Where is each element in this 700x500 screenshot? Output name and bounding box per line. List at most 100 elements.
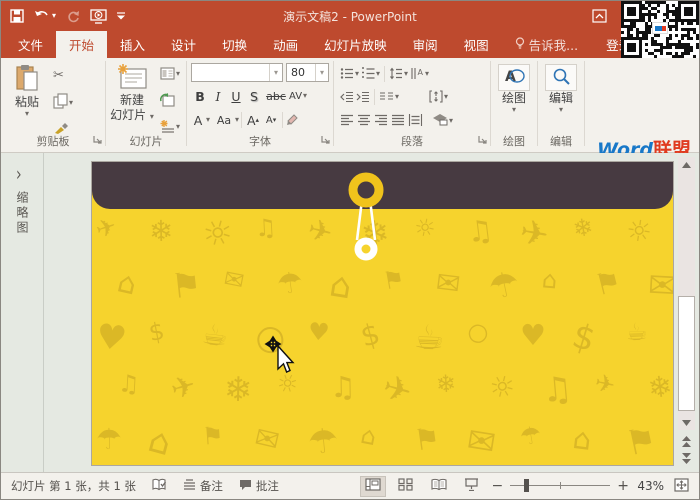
- fit-slide-to-window-icon: [673, 477, 689, 495]
- undo-dropdown-icon: ▾: [52, 11, 57, 20]
- save-button[interactable]: [10, 9, 24, 23]
- tab-design[interactable]: 设计: [158, 31, 209, 58]
- line-spacing-button[interactable]: ▾: [389, 65, 408, 83]
- clear-formatting-icon: [285, 111, 299, 130]
- lightbulb-icon: [515, 36, 525, 53]
- ribbon-tab-bar: 文件 开始 插入 设计 切换 动画 幻灯片放映 审阅 视图 告诉我... 登录: [1, 31, 699, 58]
- workspace: › 缩略图 ✈❄☼♫✈❄☼♫✈❄☼♫⌂⚑✉☂⌂⚑✉☂⌂⚑✉☂♥$☕○♥$☕○♥$…: [1, 153, 699, 474]
- align-left-button[interactable]: [340, 111, 354, 130]
- slide-number-indicator[interactable]: 幻灯片 第 1 张，共 1 张: [11, 478, 136, 494]
- redo-button[interactable]: [66, 10, 80, 23]
- tab-transitions[interactable]: 切换: [209, 31, 260, 58]
- font-name-dropdown-icon: ▾: [269, 64, 282, 81]
- slide-layout-button[interactable]: ▾: [160, 65, 180, 83]
- numbering-button[interactable]: ▾: [361, 65, 380, 83]
- drawing-group-label: 绘图: [503, 135, 525, 148]
- change-case-dropdown-icon: ▾: [235, 115, 240, 124]
- tab-view[interactable]: 视图: [451, 31, 502, 58]
- start-from-beginning-button[interactable]: [90, 8, 107, 24]
- decrease-indent-button[interactable]: [340, 88, 354, 106]
- tab-file[interactable]: 文件: [5, 31, 56, 58]
- tab-review[interactable]: 审阅: [400, 31, 451, 58]
- paragraph-dialog-launcher[interactable]: [478, 129, 487, 148]
- spell-check-button[interactable]: [152, 478, 167, 495]
- scroll-down-button[interactable]: [678, 415, 695, 430]
- convert-to-smartart-icon: [432, 111, 448, 130]
- qr-center-logo: [652, 22, 668, 34]
- font-name-combo[interactable]: ▾: [191, 63, 283, 82]
- align-center-button[interactable]: [357, 111, 371, 130]
- scroll-up-button[interactable]: [678, 157, 695, 172]
- font-color-button[interactable]: A ▾: [191, 111, 210, 129]
- slide-sorter-view-button[interactable]: [393, 476, 419, 497]
- character-spacing-button[interactable]: AV ▾: [289, 87, 307, 105]
- text-shadow-button[interactable]: S: [245, 87, 263, 105]
- increase-indent-button[interactable]: [356, 88, 370, 106]
- italic-button[interactable]: I: [209, 87, 227, 105]
- decrease-indent-icon: [340, 88, 354, 107]
- align-text-button[interactable]: ▾: [429, 88, 448, 106]
- previous-slide-button[interactable]: [678, 434, 695, 449]
- zoom-slider-thumb[interactable]: [524, 479, 530, 492]
- customize-qat-button[interactable]: [117, 12, 126, 20]
- drawing-dropdown-icon: ▾: [511, 105, 516, 114]
- text-direction-button[interactable]: A ▾: [410, 65, 429, 83]
- svg-text:A: A: [418, 68, 424, 77]
- tab-slideshow[interactable]: 幻灯片放映: [311, 31, 400, 58]
- bold-button[interactable]: B: [191, 87, 209, 105]
- drawing-button[interactable]: A 绘图 ▾: [494, 64, 534, 114]
- notes-button[interactable]: 备注: [183, 478, 223, 494]
- fit-to-window-button[interactable]: [671, 476, 691, 497]
- normal-view-button[interactable]: [359, 475, 386, 497]
- align-right-button[interactable]: [374, 111, 388, 130]
- zoom-percentage[interactable]: 43%: [636, 479, 664, 493]
- copy-button[interactable]: ▾: [53, 93, 74, 112]
- font-color-icon: A: [193, 112, 203, 128]
- distribute-button[interactable]: [408, 111, 423, 130]
- scrollbar-track[interactable]: [678, 172, 695, 415]
- copy-dropdown-icon: ▾: [69, 98, 74, 107]
- grow-font-button[interactable]: A ▴: [244, 111, 262, 129]
- paste-icon: [15, 65, 39, 95]
- justify-button[interactable]: [391, 111, 405, 130]
- shrink-font-button[interactable]: A ▾: [262, 111, 280, 129]
- undo-button[interactable]: ▾: [34, 10, 56, 22]
- new-slide-button[interactable]: 新建 幻灯片 ▾: [108, 64, 156, 123]
- tab-home[interactable]: 开始: [56, 31, 108, 58]
- tab-insert[interactable]: 插入: [107, 31, 158, 58]
- strikethrough-button[interactable]: abc: [263, 87, 289, 105]
- expand-pane-chevron-icon[interactable]: ›: [16, 164, 22, 186]
- tab-animations[interactable]: 动画: [260, 31, 311, 58]
- envelope-string-clasp: [326, 168, 406, 276]
- slide-show-button[interactable]: [459, 476, 485, 497]
- slide-layout-icon: [160, 65, 175, 84]
- slide-canvas[interactable]: ✈❄☼♫✈❄☼♫✈❄☼♫⌂⚑✉☂⌂⚑✉☂⌂⚑✉☂♥$☕○♥$☕○♥$☕○♫✈❄☼…: [91, 161, 674, 466]
- customize-qat-icon: [117, 12, 126, 20]
- zoom-in-button[interactable]: +: [617, 479, 629, 493]
- comments-button[interactable]: 批注: [239, 478, 279, 494]
- convert-to-smartart-button[interactable]: ▾: [432, 112, 453, 130]
- zoom-slider[interactable]: [510, 479, 611, 493]
- scrollbar-thumb[interactable]: [678, 296, 695, 411]
- font-size-combo[interactable]: 80 ▾: [286, 63, 329, 82]
- change-case-button[interactable]: Aa ▾: [214, 111, 239, 129]
- bullets-button[interactable]: ▾: [340, 65, 359, 83]
- zoom-out-button[interactable]: −: [492, 479, 504, 493]
- reset-slide-button[interactable]: [160, 92, 175, 110]
- editing-button[interactable]: 编辑 ▾: [541, 64, 581, 114]
- change-case-icon: Aa: [216, 113, 232, 127]
- ribbon-display-options-button[interactable]: [592, 8, 607, 27]
- clear-formatting-button[interactable]: [285, 111, 299, 129]
- tab-tell-me[interactable]: 告诉我...: [502, 31, 591, 58]
- editing-dropdown-icon: ▾: [558, 105, 563, 114]
- increase-indent-icon: [356, 88, 370, 107]
- next-slide-button[interactable]: [678, 451, 695, 466]
- paste-button[interactable]: 粘贴 ▾: [9, 64, 45, 118]
- font-dialog-launcher[interactable]: [321, 129, 330, 148]
- clipboard-dialog-launcher[interactable]: [93, 129, 102, 148]
- underline-button[interactable]: U: [227, 87, 245, 105]
- columns-button[interactable]: ▾: [379, 88, 399, 106]
- cut-button[interactable]: ✂: [53, 66, 64, 84]
- reading-view-button[interactable]: [426, 476, 452, 497]
- slides-group: 新建 幻灯片 ▾ ▾ ▾ 幻灯片: [106, 58, 186, 152]
